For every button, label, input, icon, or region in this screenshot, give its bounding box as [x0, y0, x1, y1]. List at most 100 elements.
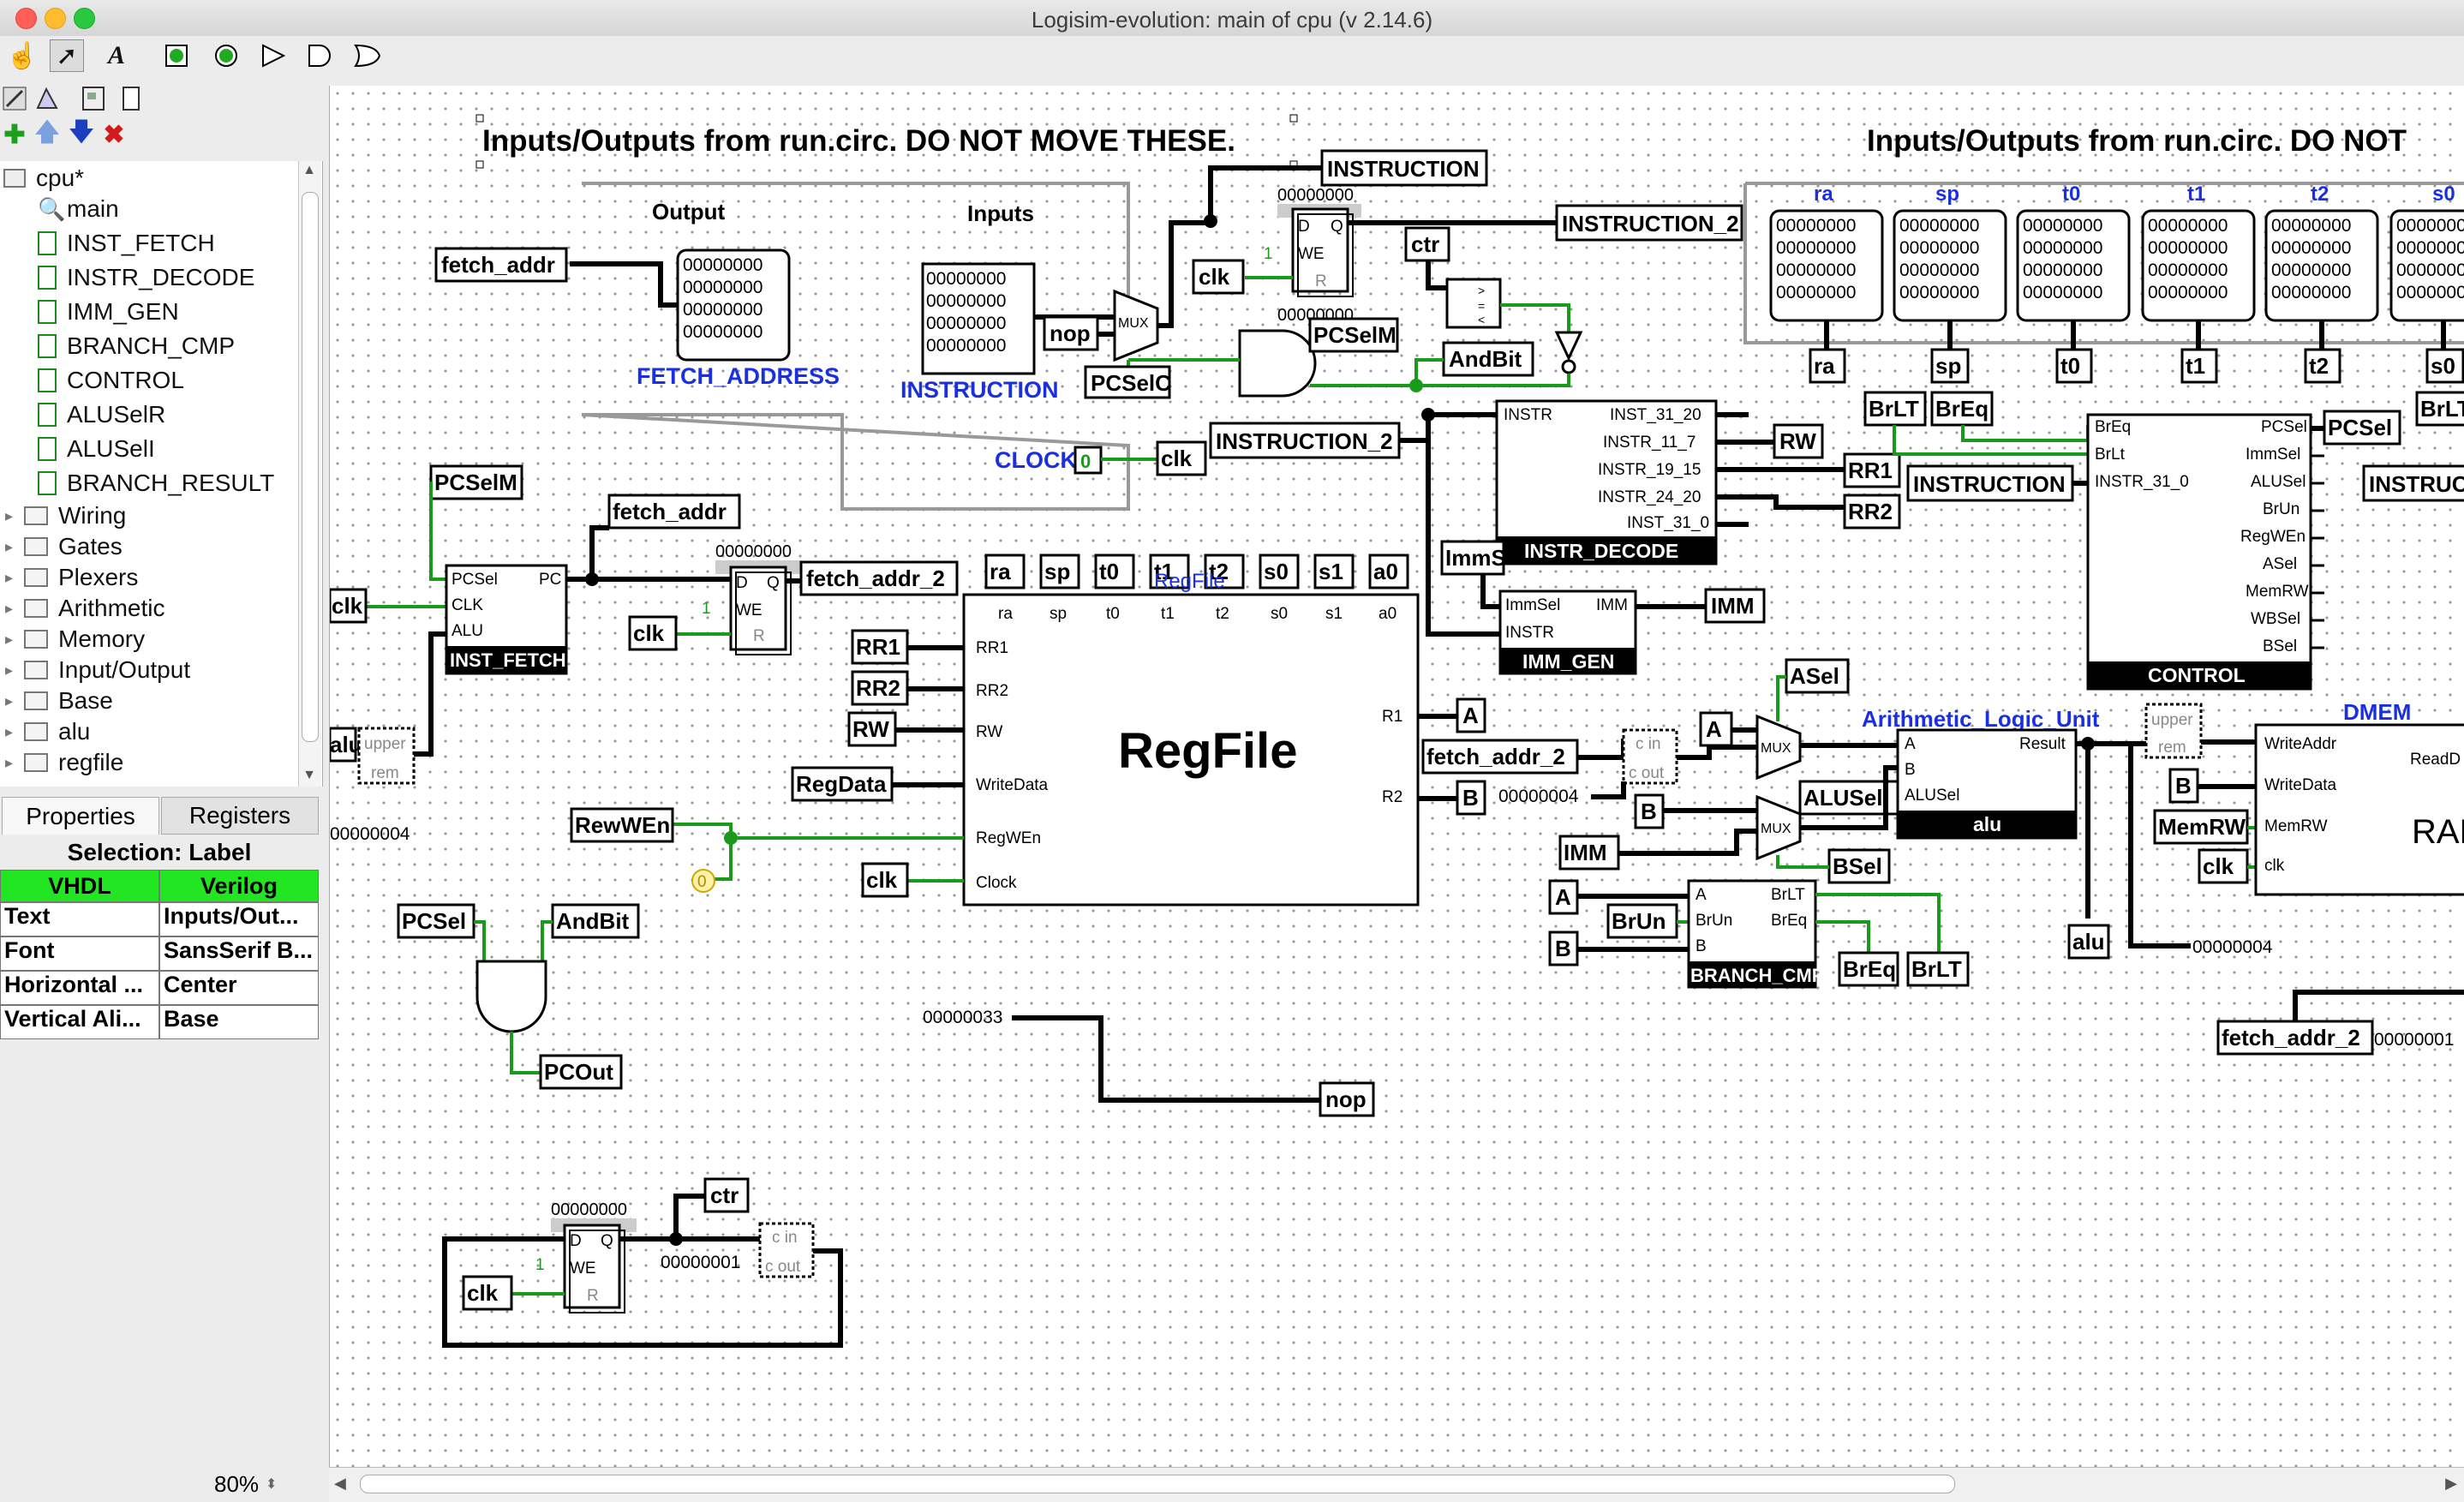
tab-properties[interactable]: Properties [2, 797, 159, 835]
zoom-stepper-icon[interactable]: ⬍ [266, 1475, 277, 1493]
delete-circuit-icon[interactable]: ✖ [99, 121, 129, 149]
register-probe-ra[interactable]: ra 00000000000000000000000000000000 ra [1769, 183, 1884, 384]
tab-registers[interactable]: Registers [161, 797, 319, 835]
imm-gen-title: IMM_GEN [1522, 650, 1614, 673]
tree-folder-base[interactable]: ▸ Base [5, 685, 113, 716]
property-row-font[interactable]: Font SansSerif B... [0, 937, 319, 971]
and-gate[interactable] [1238, 329, 1317, 398]
expand-arrow-icon[interactable]: ▸ [5, 507, 24, 525]
tree-item-control[interactable]: CONTROL [38, 365, 184, 396]
register-probe-sp[interactable]: sp 00000000000000000000000000000000 sp [1893, 183, 2007, 384]
tree-item-alusell[interactable]: ALUSelI [38, 434, 155, 464]
alu-pin-b: B [1905, 761, 1916, 779]
appearance-icon[interactable] [33, 82, 62, 115]
tree-scrollbar[interactable]: ▲ ▼ [298, 161, 321, 787]
tunnel-label: alu [330, 732, 362, 757]
select-tool-icon[interactable]: ➚ [50, 39, 84, 72]
tree-root-cpu[interactable]: cpu* [3, 163, 84, 194]
not-gate-icon[interactable] [257, 39, 291, 72]
tree-folder-gates[interactable]: ▸ Gates [5, 531, 123, 562]
property-row-vertical[interactable]: Vertical Ali... Base [0, 1005, 319, 1039]
tree-folder-alu[interactable]: ▸ alu [5, 716, 90, 747]
not-gate[interactable] [1554, 331, 1583, 362]
register-pin-we: WE [736, 601, 763, 619]
expand-arrow-icon[interactable]: ▸ [5, 754, 24, 772]
canvas-horizontal-scrollbar[interactable]: ◀ ▶ [329, 1467, 2464, 1502]
register-probe-s0[interactable]: s0 00000000000000000000000000000000 s0 [2389, 183, 2464, 384]
tree-item-main[interactable]: 🔍 main [38, 194, 119, 224]
and-gate-icon[interactable] [303, 39, 338, 72]
selection-handle[interactable] [475, 160, 484, 169]
text-tool-icon[interactable]: A [99, 39, 134, 72]
property-row-horizontal[interactable]: Horizontal ... Center [0, 971, 319, 1005]
register-pin-d: D [570, 1232, 582, 1250]
comparator[interactable] [1445, 278, 1502, 329]
instruction-value: 00000000 [926, 269, 1006, 289]
register-value: 00000000 [551, 1200, 627, 1219]
register-probe-t0[interactable]: t0 00000000000000000000000000000000 t0 [2016, 183, 2131, 384]
expand-arrow-icon[interactable]: ▸ [5, 631, 24, 649]
tree-item-branch-result[interactable]: BRANCH_RESULT [38, 468, 274, 499]
circuit-canvas[interactable]: .t{font-size:26px;font-weight:bold;fill:… [329, 86, 2464, 1467]
tree-scroll-thumb[interactable] [302, 192, 319, 742]
svg-text:ra: ra [1814, 353, 1835, 379]
scroll-left-icon[interactable]: ◀ [334, 1475, 346, 1493]
move-down-icon[interactable]: 🡇 [67, 118, 96, 147]
scroll-right-icon[interactable]: ▶ [2445, 1475, 2457, 1493]
input-pin-icon[interactable] [159, 39, 194, 72]
and-gate[interactable] [475, 960, 547, 1033]
tree-item-instr-decode[interactable]: INSTR_DECODE [38, 262, 254, 293]
move-up-icon[interactable]: 🡅 [33, 118, 62, 147]
tree-folder-arithmetic[interactable]: ▸ Arithmetic [5, 593, 164, 624]
tree-item-imm-gen[interactable]: IMM_GEN [38, 296, 179, 327]
poke-tool-icon[interactable]: ☝ [5, 39, 39, 72]
layout-view-icon[interactable] [79, 82, 108, 115]
selection-handle[interactable] [475, 114, 484, 123]
svg-text:00000000: 00000000 [2023, 283, 2102, 302]
tunnel-label: IMM [1564, 840, 1607, 865]
adder-cin: c in [1636, 735, 1661, 753]
const-one: 1 [1264, 245, 1273, 263]
expand-arrow-icon[interactable]: ▸ [5, 661, 24, 679]
window-title: Logisim-evolution: main of cpu (v 2.14.6… [1031, 7, 1433, 33]
expand-arrow-icon[interactable]: ▸ [5, 538, 24, 556]
scroll-up-icon[interactable]: ▲ [301, 163, 318, 178]
simulate-icon[interactable] [0, 82, 29, 115]
output-pin-icon[interactable] [209, 39, 243, 72]
regfile-title: RegFile [1118, 723, 1298, 779]
tree-folder-memory[interactable]: ▸ Memory [5, 624, 145, 655]
or-gate-icon[interactable] [350, 39, 384, 72]
tree-item-branch-cmp[interactable]: BRANCH_CMP [38, 331, 235, 362]
instruction-value: 00000000 [926, 291, 1006, 311]
adder-cout: c out [1629, 764, 1665, 782]
wire [1591, 781, 1626, 799]
toggle-appearance-icon[interactable] [117, 82, 146, 115]
tree-folder-input-output[interactable]: ▸ Input/Output [5, 655, 190, 685]
zoom-control[interactable]: 80% ⬍ [214, 1467, 326, 1501]
tree-folder-regfile[interactable]: ▸ regfile [5, 747, 123, 778]
wire-junction [1204, 214, 1217, 228]
scroll-down-icon[interactable]: ▼ [301, 768, 318, 783]
expand-arrow-icon[interactable]: ▸ [5, 600, 24, 618]
circuit-diagram[interactable]: .t{font-size:26px;font-weight:bold;fill:… [330, 86, 2464, 1467]
register-probe-t2[interactable]: t2 00000000000000000000000000000000 t2 [2264, 183, 2379, 384]
canvas-scroll-thumb[interactable] [360, 1475, 1955, 1493]
vhdl-button[interactable]: VHDL [0, 870, 159, 902]
pin-instr-24-20: INSTR_24_20 [1598, 488, 1701, 506]
expand-arrow-icon[interactable]: ▸ [5, 723, 24, 741]
verilog-button[interactable]: Verilog [159, 870, 319, 902]
svg-text:00000000: 00000000 [1899, 260, 1979, 280]
expand-arrow-icon[interactable]: ▸ [5, 692, 24, 710]
add-circuit-icon[interactable]: ✚ [0, 121, 29, 149]
property-row-text[interactable]: Text Inputs/Out... [0, 902, 319, 937]
tree-item-aluselr[interactable]: ALUSelR [38, 399, 165, 430]
register-probe-t1[interactable]: t1 00000000000000000000000000000000 t1 [2141, 183, 2256, 384]
header-label-right[interactable]: Inputs/Outputs from run.circ. DO NOT [1867, 124, 2407, 158]
svg-text:00000000: 00000000 [1776, 283, 1856, 302]
header-label-left[interactable]: Inputs/Outputs from run.circ. DO NOT MOV… [482, 124, 1235, 158]
tree-folder-wiring[interactable]: ▸ Wiring [5, 500, 126, 531]
expand-arrow-icon[interactable]: ▸ [5, 569, 24, 587]
tree-item-inst-fetch[interactable]: INST_FETCH [38, 228, 215, 259]
selection-handle[interactable] [1289, 114, 1298, 123]
tree-folder-plexers[interactable]: ▸ Plexers [5, 562, 138, 593]
